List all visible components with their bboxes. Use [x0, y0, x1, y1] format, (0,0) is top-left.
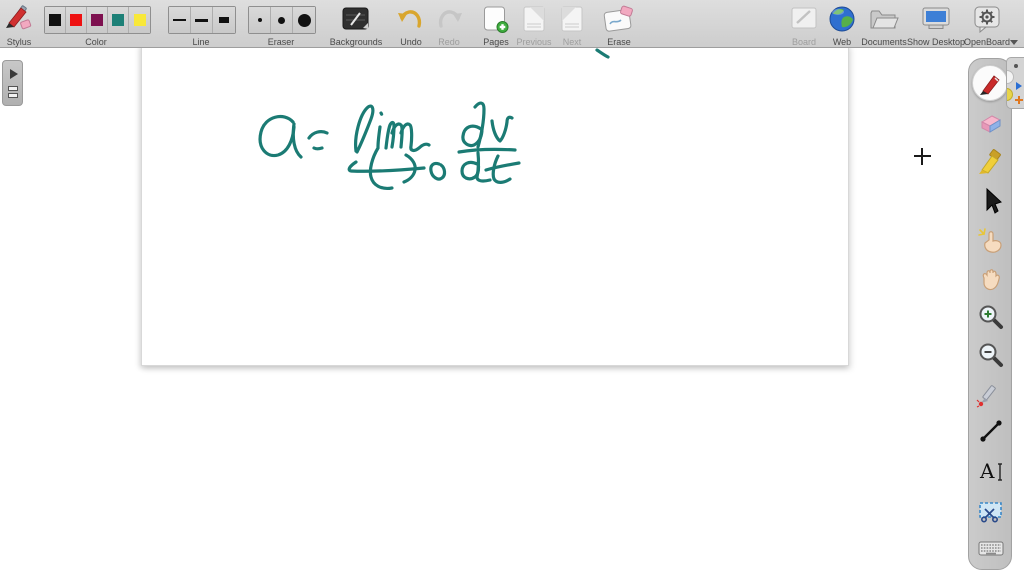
web-label: Web — [832, 37, 852, 47]
popup-blue-arrow-icon — [1016, 82, 1022, 90]
show-desktop-monitor-icon — [922, 7, 950, 29]
line-thick-button[interactable] — [213, 7, 235, 33]
color-yellow-swatch — [133, 14, 146, 26]
stylus-subpalette-popup[interactable] — [1006, 57, 1024, 109]
line-thin-icon — [173, 19, 186, 21]
redo-label: Redo — [438, 37, 460, 47]
virtual-keyboard-tool-button[interactable] — [976, 533, 1006, 563]
popup-dot-icon — [1014, 64, 1018, 68]
text-tool-glyph: A — [979, 459, 995, 483]
whiteboard-page[interactable] — [141, 44, 849, 366]
eraser-small-button[interactable] — [249, 7, 271, 33]
color-purple-button[interactable] — [87, 7, 108, 33]
board-icon — [791, 7, 817, 29]
color-purple-swatch — [91, 14, 103, 26]
pages-thumbnail-icon — [8, 86, 18, 91]
top-toolbar: Stylus Color Line Eraser Backgrounds Und… — [0, 0, 1024, 48]
redo-icon — [438, 10, 462, 28]
backgrounds-icon — [342, 7, 369, 30]
eraser-medium-icon — [278, 16, 285, 24]
expand-arrow-icon — [10, 69, 18, 79]
pages-label: Pages — [483, 37, 509, 47]
openboard-label: OpenBoard — [963, 37, 1011, 47]
documents-folder-icon — [870, 10, 899, 29]
documents-label: Documents — [861, 37, 907, 47]
previous-page-icon — [523, 6, 545, 32]
eraser-label: Eraser — [267, 37, 295, 47]
color-black-swatch — [49, 14, 61, 26]
eraser-tool-button[interactable] — [976, 108, 1006, 138]
highlighter-tool-button[interactable] — [976, 146, 1006, 176]
eraser-group — [248, 6, 316, 34]
line-group — [168, 6, 236, 34]
line-medium-button[interactable] — [191, 7, 213, 33]
eraser-large-icon — [297, 13, 311, 27]
backgrounds-label: Backgrounds — [329, 37, 383, 47]
popup-partial-circle-icon — [1007, 70, 1014, 84]
crosshair-cursor — [921, 148, 923, 165]
line-thick-icon — [219, 17, 229, 23]
color-teal-swatch — [112, 14, 124, 26]
pen-tool-button[interactable] — [976, 68, 1006, 98]
popup-orange-star-icon — [1015, 96, 1023, 104]
line-tool-button[interactable] — [976, 416, 1006, 446]
eraser-small-icon — [257, 18, 262, 22]
scroll-hand-tool-button[interactable] — [976, 264, 1006, 294]
erase-icon — [603, 5, 633, 32]
next-page-icon — [561, 6, 583, 32]
color-red-swatch — [70, 14, 82, 26]
zoom-out-tool-button[interactable] — [976, 341, 1006, 371]
previous-label: Previous — [516, 37, 552, 47]
toolbar-overflow-caret[interactable] — [1010, 40, 1018, 45]
library-panel-toggle[interactable] — [2, 60, 23, 106]
selector-arrow-tool-button[interactable] — [976, 186, 1006, 216]
stylus-icon — [6, 5, 32, 30]
capture-tool-button[interactable] — [976, 496, 1006, 526]
color-label: Color — [85, 37, 107, 47]
color-yellow-button[interactable] — [129, 7, 150, 33]
line-label: Line — [192, 37, 210, 47]
popup-partial-yellow-circle-icon — [1007, 88, 1013, 101]
web-globe-icon — [829, 6, 855, 32]
stylus-label: Stylus — [6, 37, 32, 47]
laser-pointer-tool-button[interactable] — [976, 381, 1006, 411]
eraser-large-button[interactable] — [293, 7, 315, 33]
openboard-gear-icon — [974, 6, 1000, 33]
color-red-button[interactable] — [66, 7, 87, 33]
right-toolbar: A — [968, 58, 1012, 570]
pages-icon — [484, 6, 509, 33]
interact-hand-tool-button[interactable] — [976, 226, 1006, 256]
color-group — [44, 6, 151, 34]
zoom-in-tool-button[interactable] — [976, 303, 1006, 333]
eraser-medium-button[interactable] — [271, 7, 293, 33]
text-tool-button[interactable]: A — [976, 456, 1006, 486]
undo-icon — [398, 10, 422, 28]
color-black-button[interactable] — [45, 7, 66, 33]
pages-thumbnail-icon — [8, 93, 18, 98]
board-label: Board — [791, 37, 817, 47]
next-label: Next — [562, 37, 582, 47]
show-desktop-label: Show Desktop — [906, 37, 966, 47]
line-medium-icon — [195, 18, 208, 22]
erase-label: Erase — [607, 37, 631, 47]
line-thin-button[interactable] — [169, 7, 191, 33]
color-teal-button[interactable] — [108, 7, 129, 33]
undo-label: Undo — [400, 37, 422, 47]
